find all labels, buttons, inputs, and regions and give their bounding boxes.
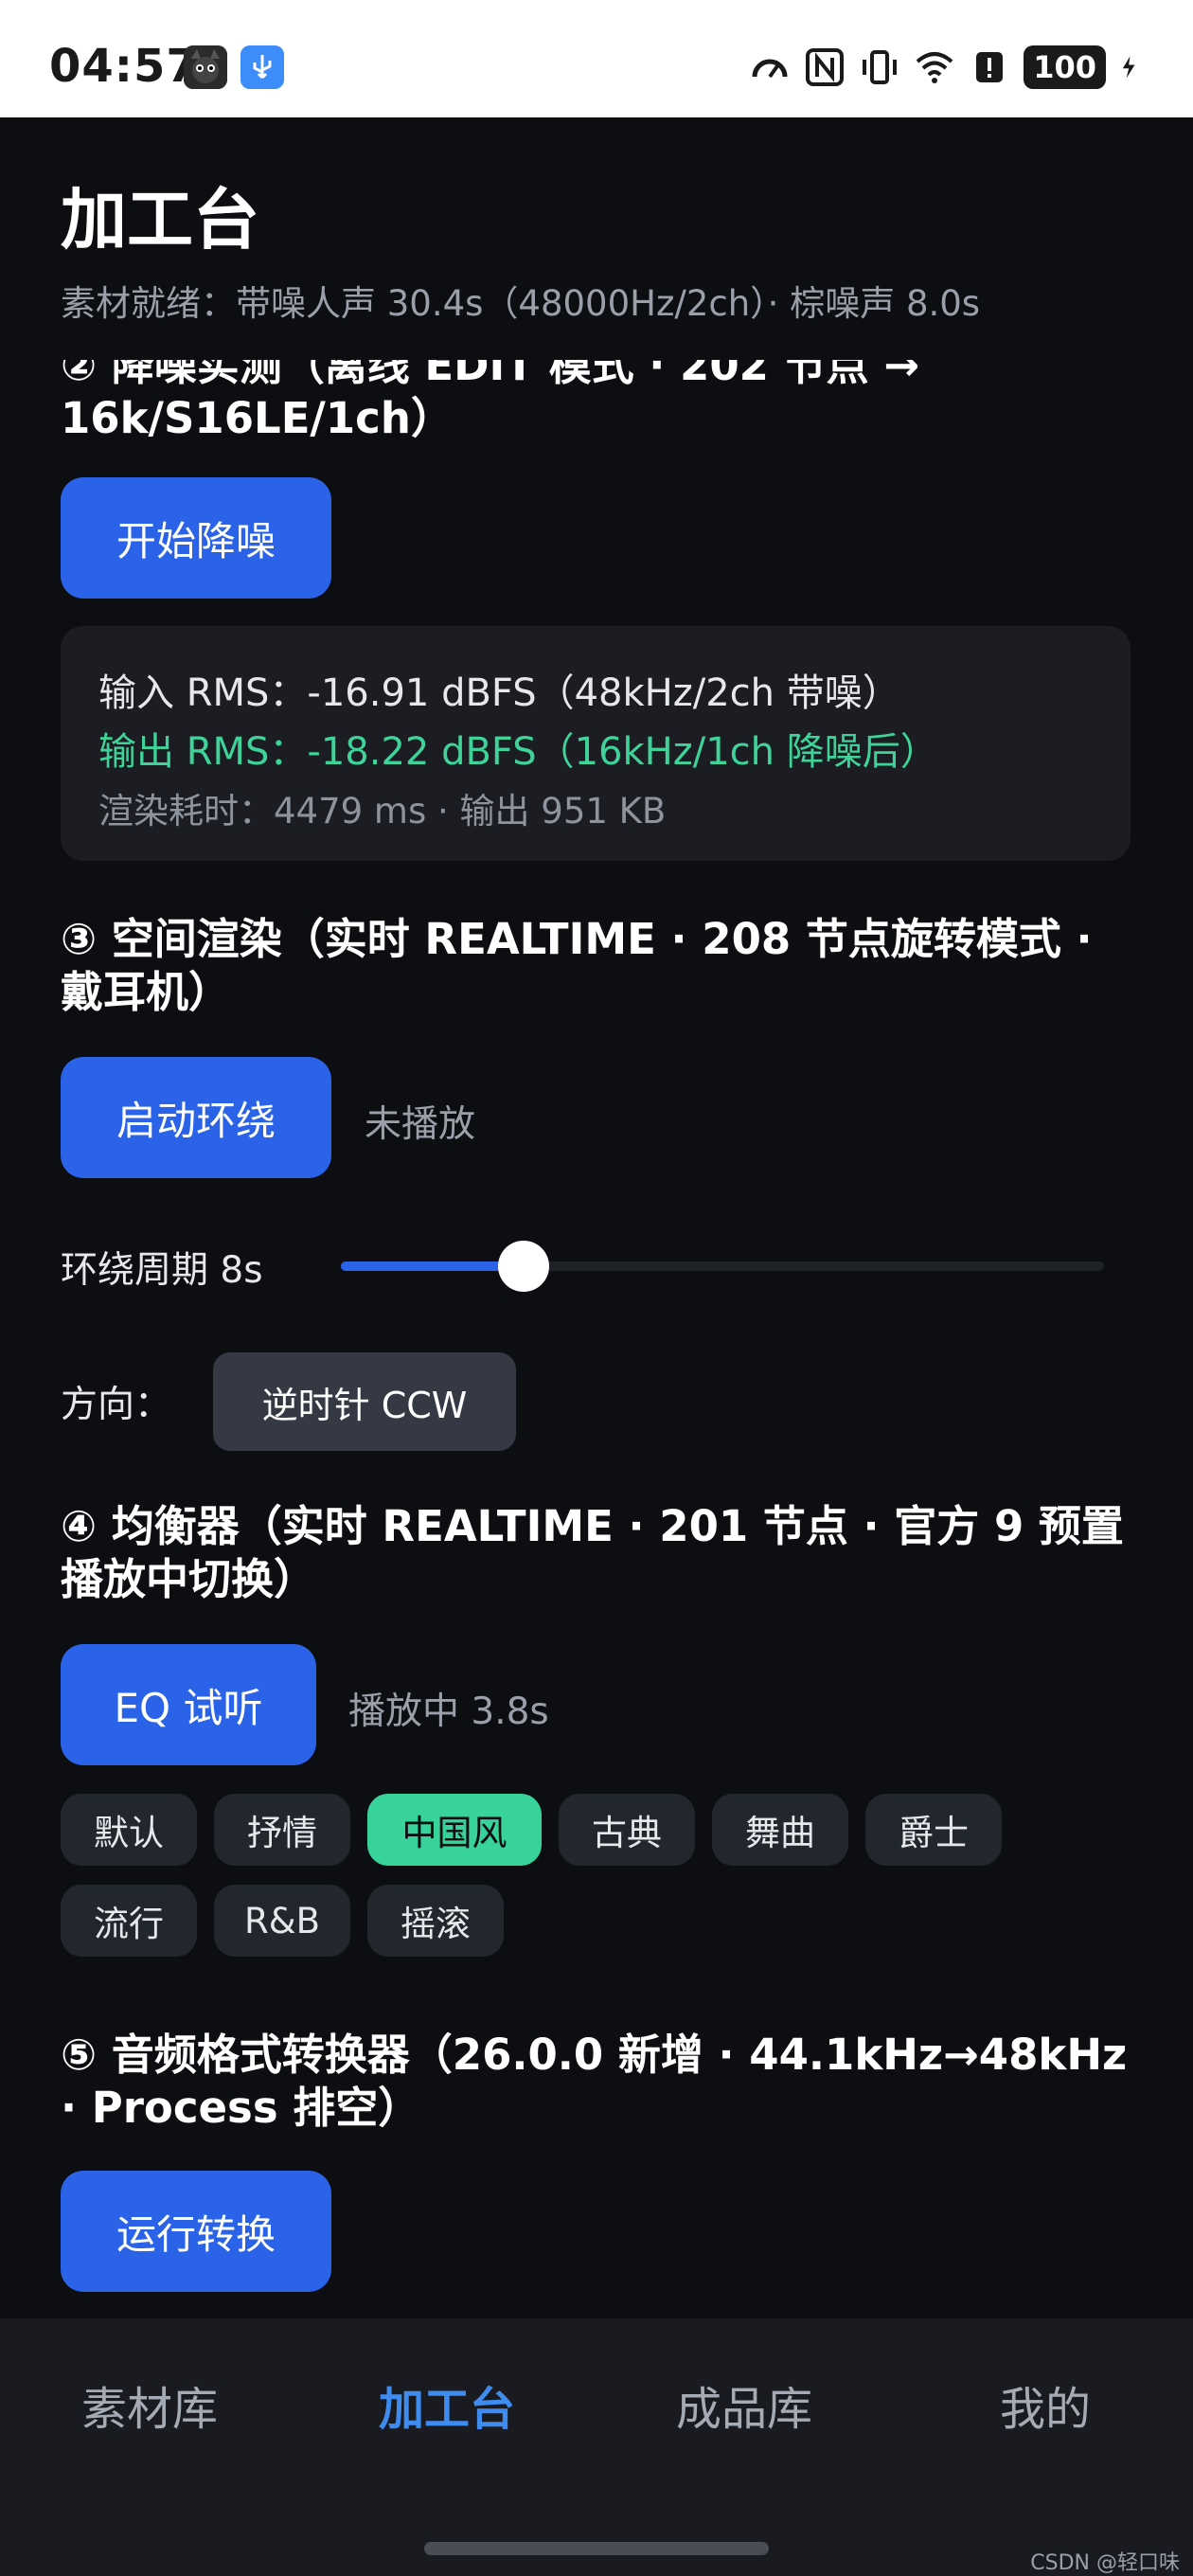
status-bar: 04:57 100 bbox=[0, 0, 1193, 117]
vibrate-icon bbox=[863, 50, 898, 84]
eq-preview-button[interactable]: EQ 试听 bbox=[61, 1644, 316, 1765]
spatial-heading: ③ 空间渲染（实时 REALTIME · 208 节点旋转模式 · 戴耳机） bbox=[61, 914, 1093, 1017]
usb-icon bbox=[240, 45, 284, 89]
nfc-icon bbox=[806, 48, 845, 86]
surround-status-text: 未播放 bbox=[365, 1103, 476, 1146]
denoise-heading: ② 降噪实测（离线 EDIT 模式 · 202 节点 → 16k/S16LE/1… bbox=[61, 340, 920, 443]
denoise-metrics-card: 输入 RMS：-16.91 dBFS（48kHz/2ch 带噪） 输出 RMS：… bbox=[61, 626, 1131, 861]
surround-period-label: 环绕周期 8s bbox=[61, 1249, 263, 1292]
wifi-icon bbox=[916, 52, 953, 83]
nav-item[interactable]: 我的 bbox=[1000, 2371, 1091, 2438]
surround-period-slider-fill bbox=[341, 1261, 525, 1271]
run-conversion-button[interactable]: 运行转换 bbox=[61, 2171, 331, 2292]
nav-item[interactable]: 加工台 bbox=[379, 2371, 515, 2438]
status-time: 04:57 bbox=[49, 40, 199, 93]
direction-toggle-button[interactable]: 逆时针 CCW bbox=[213, 1352, 516, 1451]
direction-label: 方向： bbox=[61, 1384, 172, 1426]
eq-preset-chip[interactable]: 默认 bbox=[61, 1794, 197, 1866]
charging-icon bbox=[1122, 56, 1135, 79]
battery-icon: 100 bbox=[1024, 45, 1106, 89]
bottom-nav: 素材库 加工台 成品库 我的 CSDN @轻口味 bbox=[0, 2318, 1193, 2576]
eq-preset-chip[interactable]: 抒情 bbox=[214, 1794, 350, 1866]
workbench-content[interactable]: 加工台 素材就绪：带噪人声 30.4s（48000Hz/2ch）· 棕噪声 8.… bbox=[0, 117, 1193, 2318]
render-time-text: 渲染耗时：4479 ms · 输出 951 KB bbox=[98, 791, 667, 832]
eq-preset-chip[interactable]: 古典 bbox=[559, 1794, 695, 1866]
eq-status-text: 播放中 3.8s bbox=[348, 1690, 549, 1733]
eq-preset-chip[interactable]: 爵士 bbox=[865, 1794, 1002, 1866]
speedometer-icon bbox=[752, 59, 788, 79]
eq-preset-chip[interactable]: 流行 bbox=[61, 1885, 197, 1957]
watermark-text: CSDN @轻口味 bbox=[1030, 2551, 1180, 2575]
start-denoise-button[interactable]: 开始降噪 bbox=[61, 477, 331, 599]
eq-preset-chip[interactable]: 摇滚 bbox=[367, 1885, 504, 1957]
start-surround-button[interactable]: 启动环绕 bbox=[61, 1057, 331, 1178]
eq-preset-chip[interactable]: 舞曲 bbox=[712, 1794, 848, 1866]
eq-preset-chip[interactable]: R&B bbox=[214, 1885, 350, 1957]
home-indicator[interactable] bbox=[424, 2542, 769, 2555]
alert-icon bbox=[976, 52, 1004, 82]
nav-item[interactable]: 成品库 bbox=[676, 2371, 812, 2438]
converter-heading: ⑤ 音频格式转换器（26.0.0 新增 · 44.1kHz→48kHz · Pr… bbox=[61, 2030, 1128, 2133]
input-rms-text: 输入 RMS：-16.91 dBFS（48kHz/2ch 带噪） bbox=[98, 671, 900, 715]
material-ready-text: 素材就绪：带噪人声 30.4s（48000Hz/2ch）· 棕噪声 8.0s bbox=[61, 283, 981, 324]
cat-avatar-icon bbox=[184, 45, 227, 89]
eq-preset-chip[interactable]: 中国风 bbox=[367, 1794, 542, 1866]
nav-item[interactable]: 素材库 bbox=[81, 2371, 218, 2438]
output-rms-text: 输出 RMS：-18.22 dBFS（16kHz/1ch 降噪后） bbox=[98, 730, 938, 774]
page-title: 加工台 bbox=[61, 181, 259, 259]
eq-heading: ④ 均衡器（实时 REALTIME · 201 节点 · 官方 9 预置播放中切… bbox=[61, 1501, 1124, 1604]
status-icons: 100 bbox=[749, 44, 1146, 91]
surround-period-slider-thumb[interactable] bbox=[498, 1241, 550, 1292]
